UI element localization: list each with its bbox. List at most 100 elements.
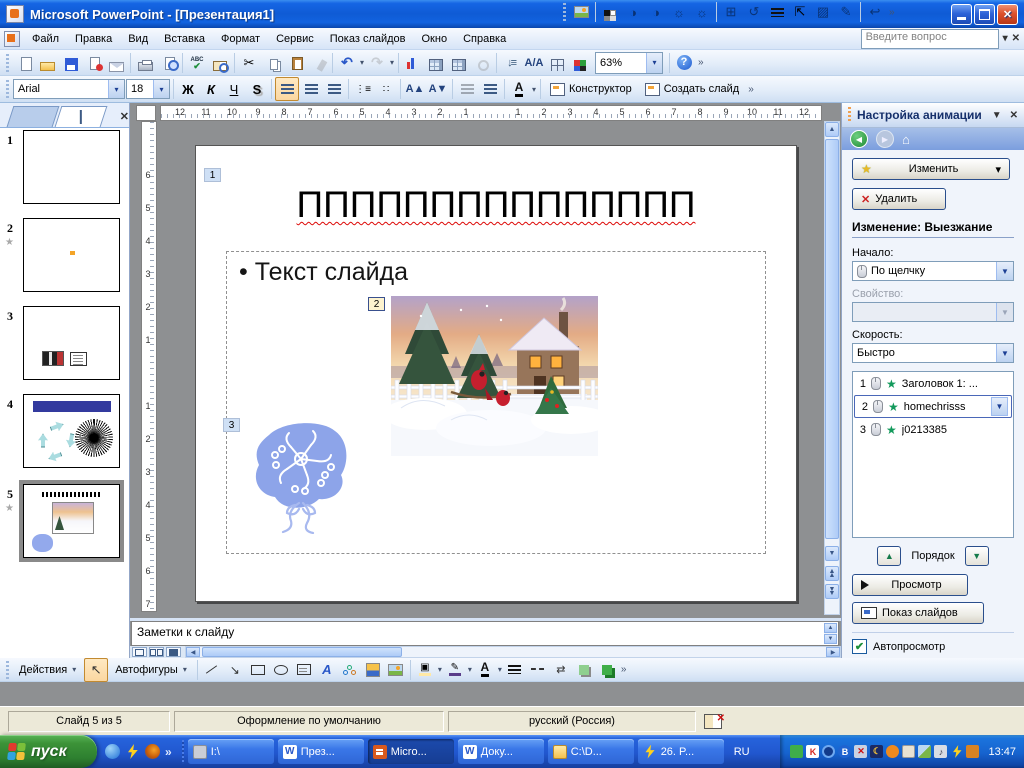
increase-font-button[interactable]: A▲ — [404, 78, 426, 100]
animation-badge-1[interactable]: 1 — [204, 168, 221, 182]
more-brightness-button[interactable]: ☼ — [668, 1, 690, 23]
redo-dropdown-icon[interactable]: ▾ — [389, 58, 395, 67]
menubar-close-icon[interactable]: ✕ — [1012, 33, 1020, 44]
scroll-up-button[interactable]: ▲ — [825, 122, 839, 137]
toolbar-grip[interactable] — [6, 80, 9, 98]
toolbar-grip[interactable] — [563, 3, 566, 21]
menu-item[interactable]: Файл — [24, 31, 67, 47]
format-painter-button[interactable] — [307, 52, 329, 74]
notes-pane[interactable]: Заметки к слайду ▲ ▼ — [131, 621, 839, 646]
arrow-button[interactable]: ↘ — [224, 659, 246, 681]
shadow-button[interactable]: S — [246, 78, 268, 100]
notes-scrollbar[interactable]: ▲ ▼ — [824, 623, 837, 644]
align-left-button[interactable] — [275, 77, 299, 101]
decrease-font-button[interactable]: A▼ — [427, 78, 449, 100]
animation-item[interactable]: 1 ★ Заголовок 1: ... — [853, 372, 1013, 395]
font-dropdown-icon[interactable]: ▾ — [108, 80, 124, 98]
scroll-down-button[interactable]: ▼ — [825, 546, 839, 561]
rectangle-button[interactable] — [247, 659, 269, 681]
speaker-tray-icon[interactable]: ♪ — [934, 745, 948, 758]
format-picture-button[interactable]: ✎ — [835, 1, 857, 23]
color-grayscale-button[interactable] — [569, 52, 591, 74]
paste-button[interactable] — [284, 52, 306, 74]
moon-tray-icon[interactable]: ☾ — [870, 745, 884, 758]
insert-table-button[interactable] — [425, 52, 447, 74]
image-color-button[interactable] — [599, 1, 621, 23]
taskbar-window-button[interactable]: 26. P... — [637, 739, 724, 764]
increase-indent-button[interactable] — [479, 78, 501, 100]
line-color-dropdown-icon[interactable]: ▾ — [467, 665, 473, 674]
numbered-list-button[interactable]: ⋮≡ — [352, 78, 374, 100]
zoom-combobox[interactable]: 63% ▾ — [595, 51, 664, 74]
redo-button[interactable]: ↷ — [366, 52, 388, 74]
taskbar-window-button[interactable]: W Доку... — [457, 739, 544, 764]
flower-clipart[interactable] — [249, 419, 353, 534]
slide-thumbnail-4[interactable] — [23, 394, 120, 468]
tab-slides[interactable] — [54, 106, 108, 127]
compress-pictures-button[interactable]: ⇱ — [789, 1, 811, 23]
hyperlink-button[interactable] — [471, 52, 493, 74]
line-button[interactable] — [201, 659, 223, 681]
shadow-style-button[interactable] — [573, 659, 595, 681]
winter-picture[interactable] — [391, 296, 598, 456]
tables-borders-button[interactable] — [448, 52, 470, 74]
kaspersky-tray-icon[interactable]: K — [806, 745, 820, 758]
insert-chart-button[interactable] — [402, 52, 424, 74]
language-bar[interactable]: RU — [726, 746, 758, 758]
arrow-style-button[interactable]: ⇄ — [550, 659, 572, 681]
fill-color-button[interactable]: ▣ — [414, 659, 436, 681]
line-style-button[interactable] — [504, 659, 526, 681]
diagram-button[interactable] — [339, 659, 361, 681]
taskbar-window-button[interactable]: W През... — [277, 739, 364, 764]
ask-question-input[interactable]: Введите вопрос — [860, 28, 999, 49]
grid-button[interactable] — [546, 52, 568, 74]
autopreview-checkbox[interactable]: ✔ — [852, 639, 867, 654]
play-button[interactable]: Просмотр — [852, 574, 968, 596]
slide-thumbnail-2[interactable] — [23, 218, 120, 292]
bold-button[interactable]: Ж — [177, 78, 199, 100]
decrease-indent-button[interactable] — [456, 78, 478, 100]
question-dropdown-icon[interactable]: ▾ — [1003, 33, 1008, 44]
recycle-tray-icon[interactable] — [790, 745, 804, 758]
research-button[interactable] — [209, 52, 231, 74]
underline-button[interactable]: Ч — [223, 78, 245, 100]
hscroll-thumb[interactable] — [202, 647, 402, 657]
slide-sorter-view-button[interactable] — [149, 647, 164, 657]
animation-item[interactable]: 3 ★ j0213385 — [853, 418, 1013, 441]
permission-button[interactable] — [82, 52, 104, 74]
toolbar-options-icon[interactable]: » — [621, 665, 627, 675]
oval-button[interactable] — [270, 659, 292, 681]
wordart-button[interactable]: A — [316, 659, 338, 681]
print-button[interactable] — [134, 52, 156, 74]
normal-view-button[interactable] — [132, 647, 147, 657]
bluetooth-tray-icon[interactable]: B — [838, 745, 852, 758]
move-up-button[interactable]: ▲ — [877, 546, 902, 566]
crop-button[interactable]: ⊞ — [720, 1, 742, 23]
agent-tray-icon[interactable] — [886, 745, 900, 758]
fill-dropdown-icon[interactable]: ▾ — [437, 665, 443, 674]
slide-thumbnail-5[interactable] — [23, 484, 120, 558]
new-button[interactable] — [13, 52, 35, 74]
item-dropdown-icon[interactable]: ▼ — [991, 397, 1008, 416]
cut-button[interactable]: ✂ — [238, 52, 260, 74]
menu-item[interactable]: Правка — [67, 31, 120, 47]
less-brightness-button[interactable]: ☼ — [691, 1, 713, 23]
restore-button[interactable] — [974, 3, 995, 25]
open-button[interactable] — [36, 52, 58, 74]
menu-item[interactable]: Вставка — [156, 31, 213, 47]
start-dropdown-icon[interactable]: ▼ — [996, 262, 1013, 280]
minimize-button[interactable] — [951, 3, 972, 25]
taskbar-window-button[interactable]: I:\ — [187, 739, 274, 764]
back-icon[interactable]: ◀ — [850, 130, 868, 148]
home-icon[interactable]: ⌂ — [902, 132, 910, 147]
animation-item[interactable]: 2 ★ homechrisss ▼ — [854, 395, 1012, 418]
size-dropdown-icon[interactable]: ▾ — [153, 80, 169, 98]
taskbar-window-button[interactable]: C:\D... — [547, 739, 634, 764]
tab-outline[interactable] — [6, 106, 60, 127]
forward-icon[interactable]: ▶ — [876, 130, 894, 148]
slide-title[interactable]: ППППППППППППППП — [196, 184, 796, 226]
dash-style-button[interactable] — [527, 659, 549, 681]
picture-line-style-button[interactable] — [766, 1, 788, 23]
menu-item[interactable]: Сервис — [268, 31, 322, 47]
toolbar-options-icon[interactable]: » — [889, 7, 895, 17]
